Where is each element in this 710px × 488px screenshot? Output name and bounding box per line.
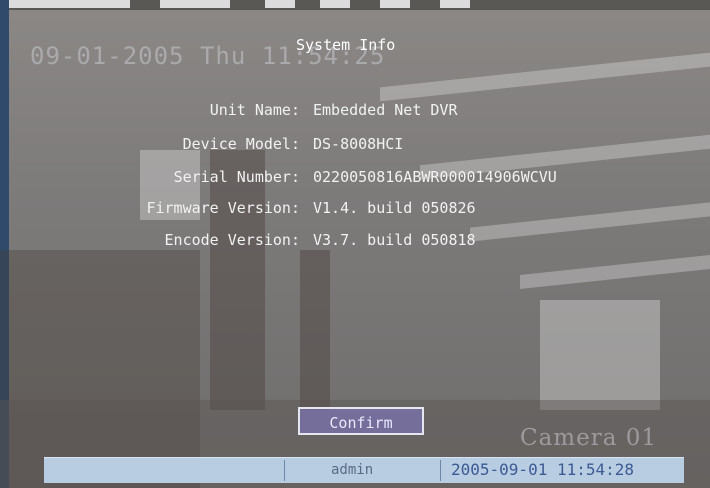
unit-name-label: Unit Name: — [209, 101, 300, 119]
status-divider — [440, 460, 441, 481]
window — [540, 300, 660, 410]
dvr-screen: 09-01-2005 Thu 11:54:25 System Info Unit… — [0, 0, 710, 488]
encode-version-value: V3.7. build 050818 — [313, 231, 476, 249]
status-bar: admin 2005-09-01 11:54:28 — [44, 457, 684, 483]
serial-number-label: Serial Number: — [173, 168, 300, 186]
firmware-version-value: V1.4. build 050826 — [313, 199, 476, 217]
firmware-version-label: Firmware Version: — [146, 199, 300, 217]
camera-label: Camera 01 — [520, 425, 658, 451]
device-model-label: Device Model: — [182, 135, 300, 153]
unit-name-value: Embedded Net DVR — [313, 101, 458, 119]
ceiling-beam — [520, 255, 710, 289]
device-model-value: DS-8008HCI — [313, 135, 404, 153]
status-divider — [284, 460, 285, 481]
serial-number-value: 0220050816ABWR000014906WCVU — [313, 168, 557, 186]
dialog-title: System Info — [296, 36, 396, 54]
encode-version-label: Encode Version: — [164, 231, 300, 249]
status-datetime: 2005-09-01 11:54:28 — [451, 460, 635, 479]
info-row-encode-version: Encode Version: V3.7. build 050818 — [0, 231, 710, 255]
info-row-serial-number: Serial Number: 0220050816ABWR000014906WC… — [0, 168, 710, 192]
info-row-unit-name: Unit Name: Embedded Net DVR — [0, 101, 710, 125]
status-user: admin — [331, 462, 374, 478]
pillar — [300, 250, 330, 410]
info-row-device-model: Device Model: DS-8008HCI — [0, 135, 710, 159]
info-row-firmware-version: Firmware Version: V1.4. build 050826 — [0, 199, 710, 223]
confirm-button[interactable]: Confirm — [298, 407, 424, 435]
top-stripe — [0, 0, 710, 10]
ceiling-beam — [380, 52, 710, 102]
